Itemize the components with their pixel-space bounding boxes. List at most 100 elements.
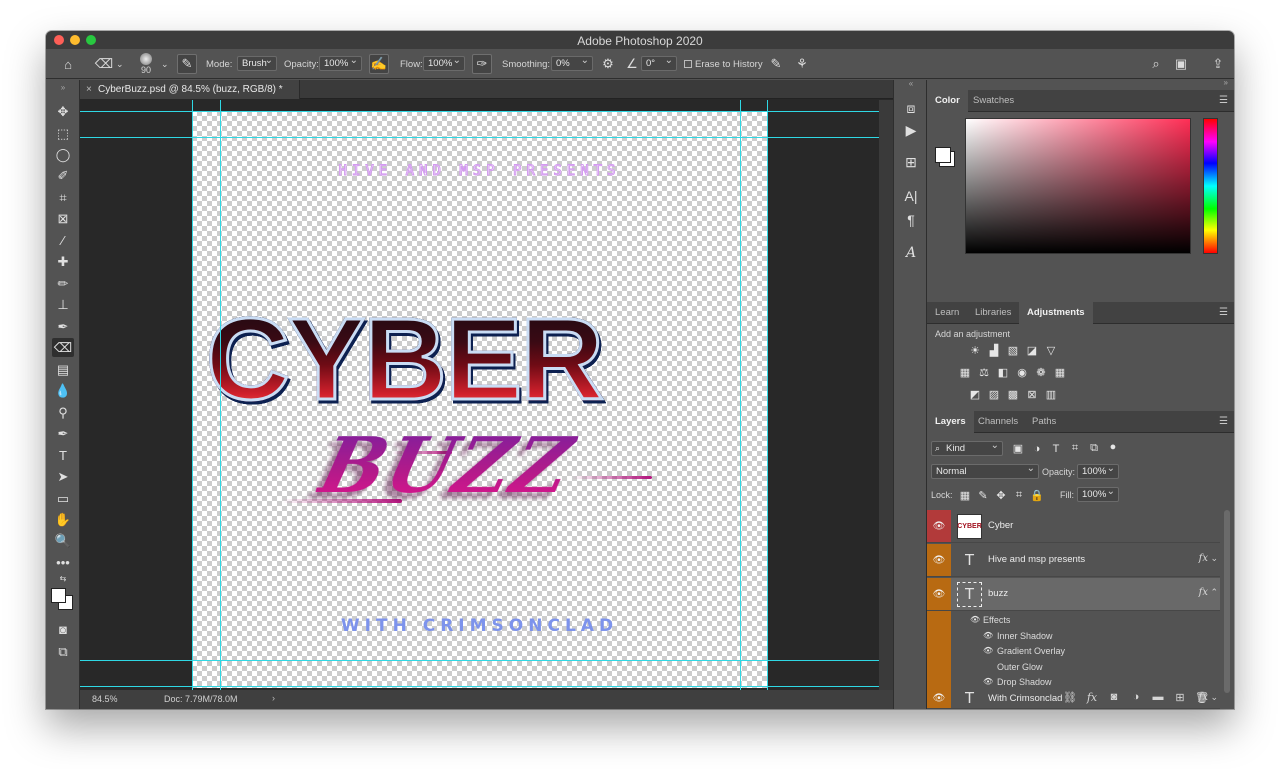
layer-effects-badge[interactable]: fx [1199,587,1208,598]
color-lookup-icon[interactable]: ▦ [1053,366,1067,379]
panel-menu-icon[interactable]: ☰ [1219,95,1228,106]
tab-color[interactable]: Color [927,90,968,112]
clone-stamp-tool-icon[interactable]: ⊥ [52,295,74,314]
tab-learn[interactable]: Learn [927,302,967,324]
properties-panel-icon[interactable]: ⊞ [901,152,921,172]
lock-position-icon[interactable]: ✥ [994,489,1008,502]
visibility-eye-icon[interactable]: 👁 [927,544,951,576]
actions-play-icon[interactable]: ▶ [901,120,921,140]
blur-tool-icon[interactable]: 💧 [52,381,74,400]
frame-tool-icon[interactable]: ⊠ [52,209,74,228]
levels-icon[interactable]: ▟ [987,344,1001,357]
lasso-tool-icon[interactable]: ◯ [52,145,74,164]
quick-selection-tool-icon[interactable]: ✐ [52,166,74,185]
mode-select[interactable]: Brush [237,55,277,71]
canvas[interactable]: HIVE AND MSP PRESENTS CYBER BUZZ WITH CR… [192,111,767,688]
layer-name[interactable]: Hive and msp presents [988,554,1085,565]
pressure-opacity-icon[interactable]: ✍ [369,54,389,74]
collapse-tools-icon[interactable]: » [52,82,74,92]
add-layer-style-icon[interactable]: fx [1084,689,1100,705]
effect-outer-glow[interactable]: Outer Glow [997,662,1043,672]
add-mask-icon[interactable]: ◙ [1106,689,1122,705]
tab-paths[interactable]: Paths [1024,411,1064,433]
link-layers-icon[interactable]: ⛓ [1062,689,1078,705]
tab-channels[interactable]: Channels [970,411,1026,433]
expand-panels-icon[interactable]: « [901,78,921,88]
layer-name[interactable]: Cyber [988,520,1013,531]
guide-horizontal[interactable] [80,660,879,661]
vibrance-icon[interactable]: ▽ [1044,344,1058,357]
black-white-icon[interactable]: ◧ [996,366,1010,379]
pressure-size-icon[interactable]: ✎ [766,54,786,74]
panel-menu-icon[interactable]: ☰ [1219,307,1228,318]
lock-artboard-icon[interactable]: ⌗ [1012,489,1026,502]
guide-horizontal[interactable] [80,686,879,687]
eraser-tool-preset-icon[interactable]: ⌫ [94,54,114,74]
tab-libraries[interactable]: Libraries [967,302,1019,324]
dodge-tool-icon[interactable]: ⚲ [52,403,74,422]
document-tab[interactable]: × CyberBuzz.psd @ 84.5% (buzz, RGB/8) * [80,80,300,99]
brightness-contrast-icon[interactable]: ☀ [968,344,982,357]
filter-type-icon[interactable]: T [1049,442,1063,455]
eraser-tool-icon[interactable]: ⌫ [52,338,74,357]
layer-row[interactable]: 👁 CYBER Cyber [927,510,1220,543]
photo-filter-icon[interactable]: ◉ [1015,366,1029,379]
exposure-icon[interactable]: ◪ [1025,344,1039,357]
tab-adjustments[interactable]: Adjustments [1019,302,1093,324]
delete-layer-icon[interactable]: 🗑 [1194,689,1210,705]
layer-name[interactable]: buzz [988,588,1008,599]
pen-tool-icon[interactable]: ✒ [52,424,74,443]
lock-image-icon[interactable]: ✎ [976,489,990,502]
character-panel-icon[interactable]: A| [901,186,921,206]
effect-drop-shadow[interactable]: Drop Shadow [997,677,1052,687]
filter-adjustment-icon[interactable]: ◑ [1030,442,1044,455]
invert-icon[interactable]: ◩ [968,388,982,401]
more-tools-icon[interactable]: ••• [52,553,74,572]
guide-vertical[interactable] [192,100,193,690]
angle-input[interactable]: 0° [641,55,677,71]
tab-swatches[interactable]: Swatches [965,90,1022,112]
eyedropper-tool-icon[interactable]: ⁄ [52,231,74,250]
filter-toggle-icon[interactable]: ● [1106,440,1120,453]
selective-color-icon[interactable]: ⊠ [1025,388,1039,401]
color-picker-field[interactable] [965,118,1191,254]
effect-inner-shadow[interactable]: Inner Shadow [997,631,1053,641]
zoom-level[interactable]: 84.5% [92,694,118,704]
effect-eye-icon[interactable]: 👁 [983,646,993,655]
threshold-icon[interactable]: ▩ [1006,388,1020,401]
workspace-icon[interactable]: ▣ [1171,54,1191,74]
healing-brush-tool-icon[interactable]: ✚ [52,252,74,271]
effect-gradient-overlay[interactable]: Gradient Overlay [997,646,1065,656]
move-tool-icon[interactable]: ✥ [52,102,74,121]
blend-mode-select[interactable]: Normal [931,463,1039,479]
effects-eye-icon[interactable]: 👁 [970,615,980,624]
effect-eye-icon[interactable]: 👁 [983,631,993,640]
filter-smart-object-icon[interactable]: ⧉ [1087,442,1101,455]
glyphs-panel-icon[interactable]: A [901,243,921,263]
layer-row[interactable]: 👁 T buzz fx ⌃ [927,578,1220,611]
guide-horizontal[interactable] [80,111,879,112]
swap-colors-icon[interactable]: ⇆ [52,573,74,583]
smoothing-input[interactable]: 0% [551,55,593,71]
layer-kind-filter[interactable]: ⌕ Kind [931,440,1003,456]
new-adjustment-layer-icon[interactable]: ◑ [1128,689,1144,705]
quick-mask-icon[interactable]: ◙ [52,620,74,639]
filter-shape-icon[interactable]: ⌗ [1068,442,1082,455]
share-icon[interactable]: ⇪ [1208,54,1228,74]
history-panel-icon[interactable]: ⧈ [901,98,921,118]
color-balance-icon[interactable]: ⚖ [977,366,991,379]
layers-scrollbar[interactable] [1224,510,1230,693]
zoom-tool-icon[interactable]: 🔍 [52,531,74,550]
hue-saturation-icon[interactable]: ▦ [958,366,972,379]
layer-effects-badge[interactable]: fx [1199,553,1208,564]
fill-input[interactable]: 100% [1077,486,1119,502]
symmetry-butterfly-icon[interactable]: ⚘ [792,54,812,74]
rectangle-tool-icon[interactable]: ▭ [52,489,74,508]
opacity-input[interactable]: 100% [319,55,362,71]
gradient-tool-icon[interactable]: ▤ [52,360,74,379]
chevron-down-icon[interactable]: ⌄ [116,49,124,79]
effect-eye-icon[interactable]: 👁 [983,677,993,686]
crop-tool-icon[interactable]: ⌗ [52,188,74,207]
lock-transparent-icon[interactable]: ▦ [958,489,972,502]
home-icon[interactable]: ⌂ [58,54,78,74]
